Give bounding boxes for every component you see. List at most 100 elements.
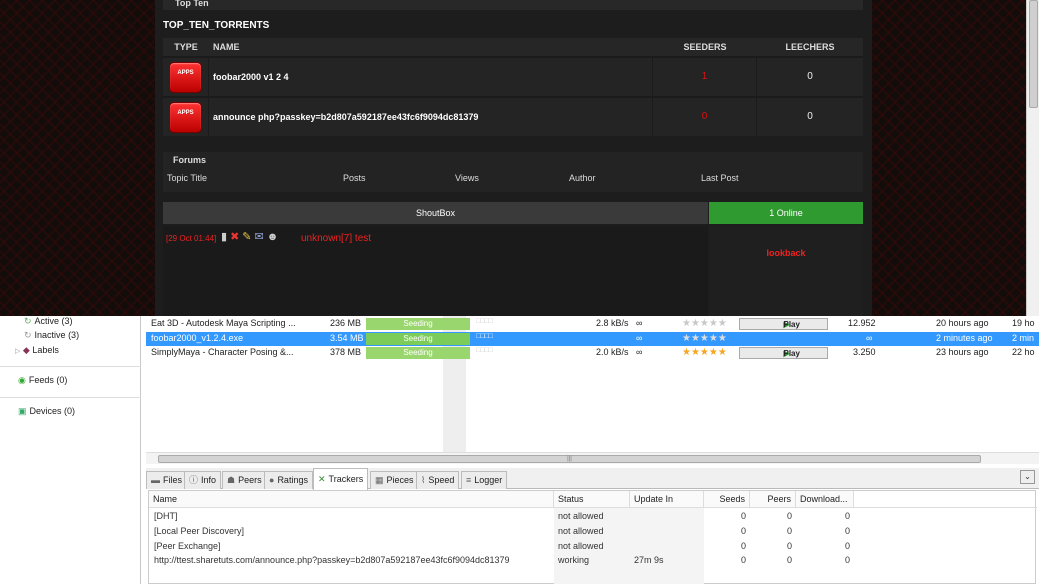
sidebar-item-inactive[interactable]: ↻ Inactive (3): [24, 330, 79, 341]
sidebar-item-feeds[interactable]: ◉ Feeds (0): [18, 375, 67, 386]
tracker-update: 27m 9s: [634, 555, 664, 565]
torrent-size: 3.54 MB: [330, 333, 364, 343]
pieces-icon: ▦: [375, 475, 384, 485]
sidebar-item-active[interactable]: ↻ Active (3): [24, 316, 73, 327]
forums-section: Forums Topic Title Posts Views Author La…: [163, 152, 863, 192]
col-downloaded[interactable]: Download...: [796, 491, 854, 507]
col-peers[interactable]: Peers: [750, 491, 796, 507]
rating-stars[interactable]: ★★★★★: [682, 347, 727, 358]
horizontal-scrollbar[interactable]: |||: [146, 452, 1039, 464]
mail-icon[interactable]: ✉: [255, 231, 267, 243]
col-name[interactable]: NAME: [209, 42, 653, 52]
torrent-link[interactable]: announce php?passkey=b2d807a592187ee43fc…: [209, 97, 653, 137]
inactive-icon: ↻: [24, 330, 32, 340]
tracker-name: [Local Peer Discovery]: [154, 526, 245, 536]
availability-icon: □□□□: [476, 318, 493, 325]
torrent-name: foobar2000_v1.2.4.exe: [151, 333, 244, 343]
col-seeders[interactable]: SEEDERS: [653, 42, 757, 52]
online-user-link[interactable]: lookback: [709, 248, 863, 258]
top-ten-header: Top Ten: [163, 0, 863, 10]
sidebar-item-devices[interactable]: ▣ Devices (0): [18, 406, 75, 417]
forum-col-posts: Posts: [343, 173, 366, 183]
trash-icon[interactable]: ▮: [221, 231, 230, 243]
detail-tabs: ▬ Files ⓘ Info ☗ Peers ● Ratings ✕ Trackers ▦…: [146, 468, 1039, 490]
tracker-status: not allowed: [558, 511, 604, 521]
eta: ∞: [636, 333, 643, 343]
user-icon[interactable]: ☻: [267, 231, 282, 243]
torrent-row-selected[interactable]: foobar2000_v1.2.4.exe 3.54 MB Seeding □□…: [146, 332, 1039, 346]
scroll-thumb[interactable]: |||: [158, 455, 981, 463]
sidebar-item-labels[interactable]: ▷ ◆ Labels: [15, 345, 59, 356]
seeders-count[interactable]: 0: [653, 97, 757, 137]
shout-message[interactable]: unknown[7] test: [301, 233, 371, 244]
web-scrollbar[interactable]: [1026, 0, 1039, 316]
torrent-list: Eat 3D - Autodesk Maya Scripting ... 236…: [146, 316, 1039, 452]
tab-speed[interactable]: ⌇ Speed: [416, 471, 460, 489]
apps-category-icon[interactable]: APPS: [169, 101, 202, 133]
torrent-row[interactable]: SimplyMaya - Character Posing &... 378 M…: [146, 346, 1039, 360]
col-tracker-name[interactable]: Name: [149, 491, 554, 507]
torrent-size: 236 MB: [330, 318, 362, 328]
chevron-down-icon: ⌄: [1024, 472, 1031, 481]
added-time: 20 hours ago: [936, 318, 989, 328]
seeders-count[interactable]: 1: [653, 57, 757, 97]
shout-timestamp: [29 Oct 01:44]: [166, 234, 217, 243]
edit-icon[interactable]: ✎: [242, 231, 254, 243]
tracker-row[interactable]: [Local Peer Discovery] not allowed 0 0 0: [149, 526, 1037, 540]
log-icon: ≡: [466, 475, 472, 485]
forum-col-author: Author: [569, 173, 596, 183]
rating-stars[interactable]: ★★★★★: [682, 318, 727, 329]
tracker-seeds: 0: [741, 541, 747, 551]
info-icon: ⓘ: [189, 475, 199, 485]
apps-category-icon[interactable]: APPS: [169, 61, 202, 93]
col-type[interactable]: TYPE: [163, 42, 209, 52]
col-seeds[interactable]: Seeds: [704, 491, 750, 507]
availability-icon: □□□□: [476, 333, 493, 340]
tracker-downloaded: 0: [845, 555, 851, 565]
tab-pieces[interactable]: ▦ Pieces: [370, 471, 419, 489]
graph-icon: ⌇: [421, 475, 426, 485]
play-button[interactable]: ▶ Play: [739, 347, 828, 359]
ratio: 3.250: [853, 347, 876, 357]
completed-time: 2 min: [1012, 333, 1035, 343]
expand-icon[interactable]: ▷: [15, 348, 20, 355]
label-icon: ◆: [22, 345, 30, 355]
col-update-in[interactable]: Update In: [630, 491, 704, 507]
status-bar: Seeding: [366, 318, 470, 330]
tracker-status: not allowed: [558, 526, 604, 536]
ratio: ∞: [866, 333, 873, 343]
tab-peers[interactable]: ☗ Peers: [222, 471, 267, 489]
rating-stars[interactable]: ★★★★★: [682, 333, 727, 344]
tracker-downloaded: 0: [845, 511, 851, 521]
delete-icon[interactable]: ✖: [230, 231, 242, 243]
tracker-row[interactable]: http://ttest.sharetuts.com/announce.php?…: [149, 555, 1037, 569]
torrent-link[interactable]: foobar2000 v1 2 4: [209, 57, 653, 97]
col-tracker-status[interactable]: Status: [554, 491, 630, 507]
tab-ratings[interactable]: ● Ratings: [264, 471, 313, 489]
tracker-row[interactable]: [DHT] not allowed 0 0 0: [149, 511, 1037, 525]
tab-trackers[interactable]: ✕ Trackers: [313, 468, 369, 490]
sidebar: ↻ Active (3) ↻ Inactive (3) ▷ ◆ Labels ◉ Fe…: [0, 316, 141, 584]
tracker-row[interactable]: [Peer Exchange] not allowed 0 0 0: [149, 541, 1037, 555]
tracker-seeds: 0: [741, 526, 747, 536]
collapse-panel-button[interactable]: ⌄: [1020, 470, 1035, 484]
forum-col-topic: Topic Title: [167, 173, 208, 183]
torrent-row[interactable]: Eat 3D - Autodesk Maya Scripting ... 236…: [146, 317, 1039, 331]
completed-time: 19 ho: [1012, 318, 1035, 328]
active-icon: ↻: [24, 316, 32, 326]
scroll-thumb[interactable]: [1029, 0, 1038, 108]
play-button[interactable]: ▶ Play: [739, 318, 828, 330]
tab-logger[interactable]: ≡ Logger: [461, 471, 508, 489]
forums-title: Forums: [173, 155, 207, 165]
screen: Top Ten TOP_TEN_TORRENTS TYPE NAME SEEDE…: [0, 0, 1039, 584]
device-icon: ▣: [18, 406, 27, 416]
table-row: APPS announce php?passkey=b2d807a592187e…: [163, 96, 863, 137]
torrent-name: Eat 3D - Autodesk Maya Scripting ...: [151, 318, 296, 328]
col-leechers[interactable]: LEECHERS: [757, 42, 863, 52]
tracker-name: http://ttest.sharetuts.com/announce.php?…: [154, 555, 510, 565]
added-time: 2 minutes ago: [936, 333, 993, 343]
tab-files[interactable]: ▬ Files: [146, 471, 188, 489]
trackers-table: Name Status Update In Seeds Peers Downlo…: [148, 490, 1037, 584]
table-header: TYPE NAME SEEDERS LEECHERS: [163, 38, 863, 56]
tab-info[interactable]: ⓘ Info: [184, 471, 222, 489]
